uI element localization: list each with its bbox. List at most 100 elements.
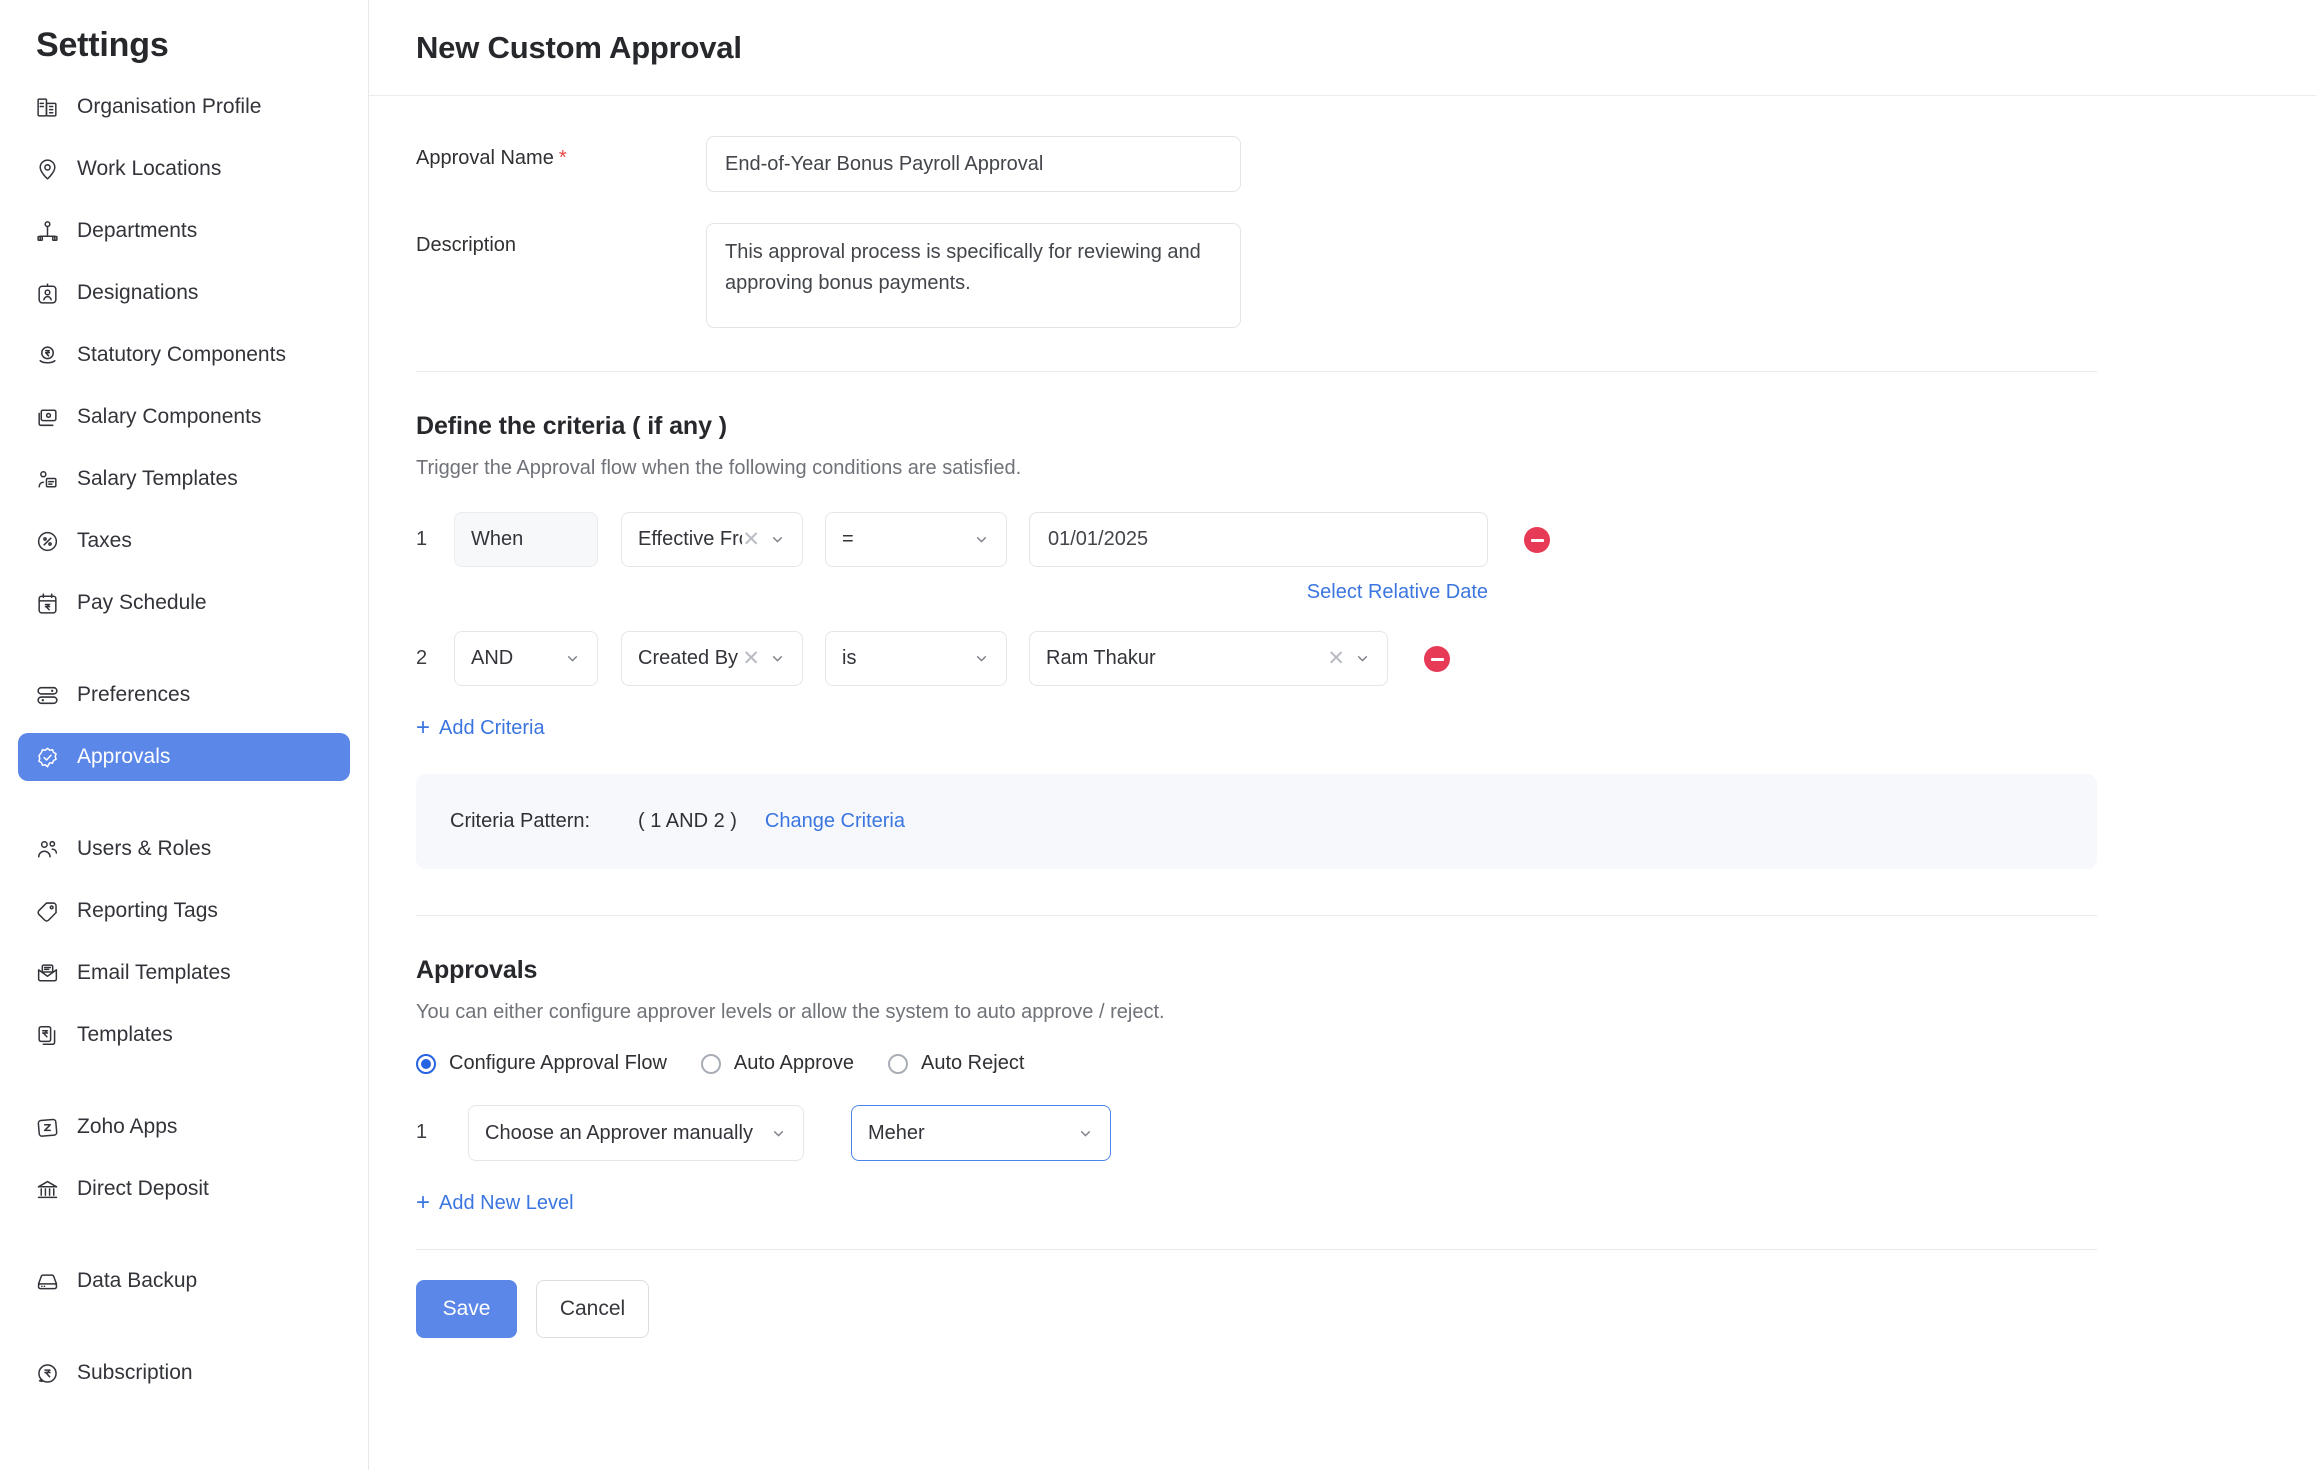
delete-criteria-button-2[interactable]: [1424, 646, 1450, 672]
description-textarea[interactable]: [706, 223, 1241, 328]
criteria-operator-value-2: is: [842, 647, 973, 670]
sidebar-item-label: Subscription: [77, 1361, 193, 1385]
form-actions: Save Cancel: [416, 1280, 2316, 1338]
bank-icon: [34, 1176, 60, 1202]
sidebar-item-zoho-apps[interactable]: Zoho Apps: [18, 1103, 350, 1151]
sidebar-item-users-roles[interactable]: Users & Roles: [18, 825, 350, 873]
criteria-field-select-1[interactable]: Effective From ✕: [621, 512, 803, 567]
select-relative-date-link[interactable]: Select Relative Date: [1307, 581, 1488, 603]
criteria-value-input-1[interactable]: [1029, 512, 1488, 567]
sidebar-item-direct-deposit[interactable]: Direct Deposit: [18, 1165, 350, 1213]
criteria-pattern-label: Criteria Pattern:: [450, 810, 638, 833]
approver-level-row: 1 Choose an Approver manually Meher: [416, 1105, 2316, 1161]
radio-dot-icon[interactable]: [416, 1054, 436, 1074]
sidebar-item-label: Organisation Profile: [77, 95, 261, 119]
clear-icon[interactable]: ✕: [742, 529, 760, 550]
location-pin-icon: [34, 156, 60, 182]
chevron-down-icon: [1354, 650, 1371, 667]
approver-mode-select[interactable]: Choose an Approver manually: [468, 1105, 804, 1161]
sidebar-nav: Organisation Profile Work Locations Depart…: [18, 83, 350, 1411]
sidebar-item-salary-templates[interactable]: Salary Templates: [18, 455, 350, 503]
add-new-level-label: Add New Level: [439, 1192, 574, 1215]
required-asterisk: *: [559, 147, 567, 169]
approver-person-select[interactable]: Meher: [851, 1105, 1111, 1161]
sidebar-item-approvals[interactable]: Approvals: [18, 733, 350, 781]
clear-icon[interactable]: ✕: [1327, 648, 1345, 669]
approval-name-label-text: Approval Name: [416, 147, 554, 169]
sidebar-item-label: Taxes: [77, 529, 132, 553]
criteria-connector-value-2: AND: [471, 647, 564, 670]
sidebar-item-pay-schedule[interactable]: Pay Schedule: [18, 579, 350, 627]
radio-auto-reject[interactable]: Auto Reject: [888, 1052, 1024, 1075]
save-button[interactable]: Save: [416, 1280, 517, 1338]
add-new-level-button[interactable]: + Add New Level: [416, 1191, 2316, 1215]
nav-group-spacer: [18, 1227, 350, 1257]
person-list-icon: [34, 466, 60, 492]
sidebar-item-work-locations[interactable]: Work Locations: [18, 145, 350, 193]
settings-sidebar: Settings Organisation ProfileWork Locati…: [0, 0, 369, 1470]
sidebar-item-label: Salary Templates: [77, 467, 238, 491]
sidebar-item-taxes[interactable]: Taxes: [18, 517, 350, 565]
sidebar-item-subscription[interactable]: Subscription: [18, 1349, 350, 1397]
criteria-field-select-2[interactable]: Created By ✕: [621, 631, 803, 686]
sidebar-item-label: Approvals: [77, 745, 170, 769]
criteria-row: 2 AND Created By ✕: [416, 631, 2316, 686]
chevron-down-icon: [1077, 1125, 1094, 1142]
criteria-value-select-2[interactable]: Ram Thakur ✕: [1029, 631, 1388, 686]
rupee-hand-icon: [34, 342, 60, 368]
sidebar-item-statutory-components[interactable]: Statutory Components: [18, 331, 350, 379]
cards-icon: [34, 404, 60, 430]
building-icon: [34, 94, 60, 120]
sidebar-item-label: Users & Roles: [77, 837, 211, 861]
radio-dot-icon[interactable]: [888, 1054, 908, 1074]
criteria-operator-select-1[interactable]: =: [825, 512, 1007, 567]
sidebar-item-label: Pay Schedule: [77, 591, 207, 615]
cancel-button[interactable]: Cancel: [536, 1280, 649, 1338]
radio-dot-icon[interactable]: [701, 1054, 721, 1074]
sliders-icon: [34, 682, 60, 708]
sidebar-item-label: Work Locations: [77, 157, 221, 181]
percent-circle-icon: [34, 528, 60, 554]
check-badge-icon: [34, 744, 60, 770]
divider-criteria: [416, 371, 2097, 372]
radio-auto-approve[interactable]: Auto Approve: [701, 1052, 854, 1075]
sidebar-item-organisation-profile[interactable]: Organisation Profile: [18, 83, 350, 131]
sidebar-item-label: Templates: [77, 1023, 173, 1047]
criteria-section-subtitle: Trigger the Approval flow when the follo…: [416, 457, 2316, 480]
approval-name-row: Approval Name*: [416, 136, 2316, 192]
criteria-connector-select-2[interactable]: AND: [454, 631, 598, 686]
approvals-section-title: Approvals: [416, 956, 2316, 985]
rupee-refresh-icon: [34, 1360, 60, 1386]
criteria-operator-value-1: =: [842, 528, 973, 551]
criteria-pattern-value: ( 1 AND 2 ): [638, 810, 737, 833]
sidebar-item-reporting-tags[interactable]: Reporting Tags: [18, 887, 350, 935]
sidebar-item-templates[interactable]: Templates: [18, 1011, 350, 1059]
sidebar-item-salary-components[interactable]: Salary Components: [18, 393, 350, 441]
change-criteria-link[interactable]: Change Criteria: [765, 810, 905, 833]
radio-configure-approval-flow[interactable]: Configure Approval Flow: [416, 1052, 667, 1075]
criteria-row-number: 1: [416, 512, 454, 551]
add-criteria-button[interactable]: + Add Criteria: [416, 716, 2316, 740]
radio-label: Auto Reject: [921, 1052, 1024, 1075]
sidebar-item-departments[interactable]: Departments: [18, 207, 350, 255]
delete-criteria-button-1[interactable]: [1524, 527, 1550, 553]
drive-icon: [34, 1268, 60, 1294]
divider-footer: [416, 1249, 2097, 1250]
approvals-section: Approvals You can either configure appro…: [416, 956, 2316, 1215]
sidebar-item-email-templates[interactable]: Email Templates: [18, 949, 350, 997]
sidebar-item-preferences[interactable]: Preferences: [18, 671, 350, 719]
description-row: Description: [416, 223, 2316, 328]
sidebar-item-data-backup[interactable]: Data Backup: [18, 1257, 350, 1305]
criteria-operator-select-2[interactable]: is: [825, 631, 1007, 686]
sidebar-item-label: Statutory Components: [77, 343, 286, 367]
criteria-row: 1 When Effective From ✕ =: [416, 512, 2316, 604]
approval-name-input[interactable]: [706, 136, 1241, 192]
envelope-icon: [34, 960, 60, 986]
radio-label: Auto Approve: [734, 1052, 854, 1075]
sidebar-item-designations[interactable]: Designations: [18, 269, 350, 317]
criteria-value-wrap-1: Select Relative Date: [1029, 512, 1488, 604]
radio-label: Configure Approval Flow: [449, 1052, 667, 1075]
nav-group-spacer: [18, 641, 350, 671]
clear-icon[interactable]: ✕: [742, 648, 760, 669]
sidebar-item-label: Designations: [77, 281, 198, 305]
